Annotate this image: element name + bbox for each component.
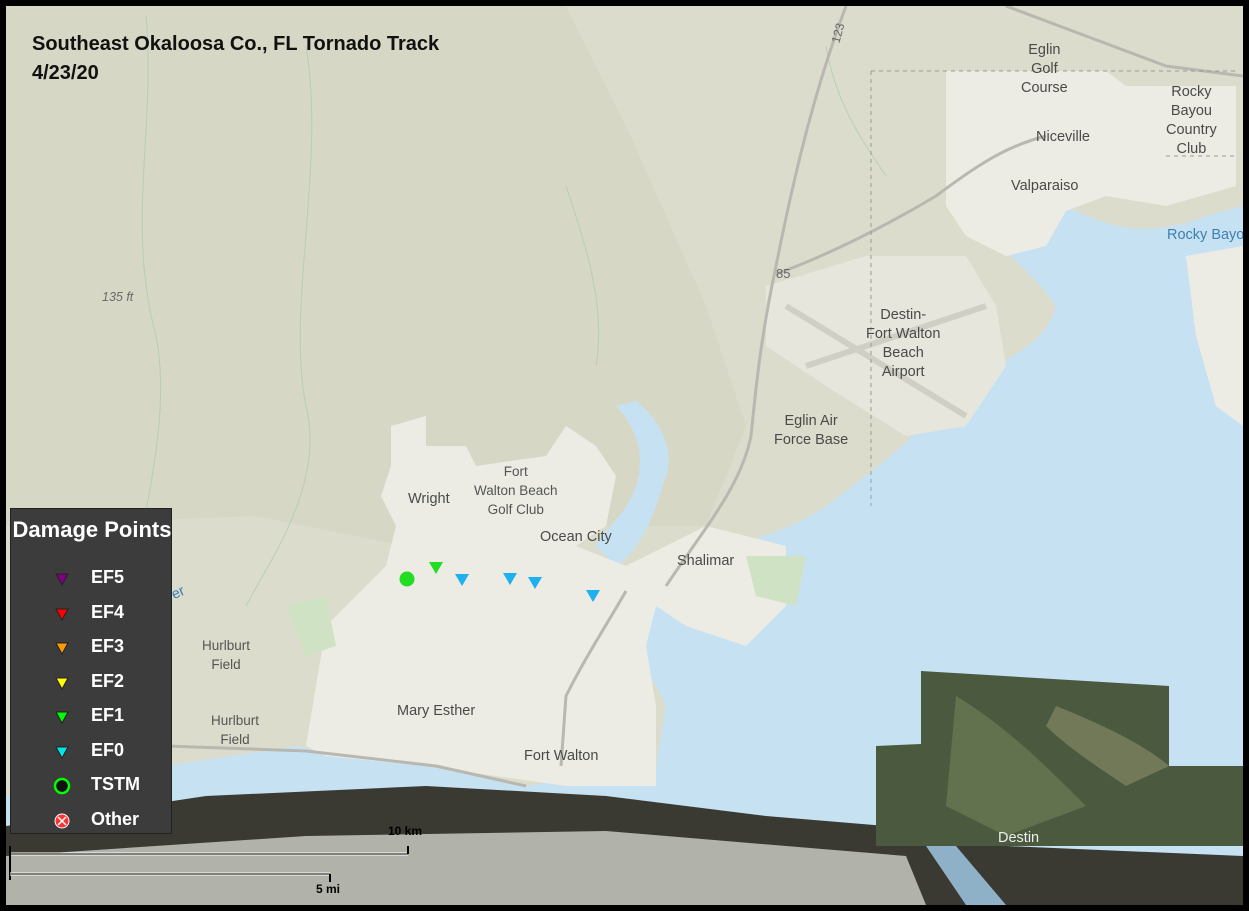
legend-panel: Damage Points EF5 EF4 EF3 EF2 EF1 EF0 TSTM Othe… — [10, 508, 172, 834]
scale-mi-label: 5 mi — [316, 882, 341, 896]
map-title-line2: 4/23/20 — [32, 62, 99, 84]
map-frame: Southeast Okaloosa Co., FL Tornado Track… — [0, 0, 1249, 911]
legend-symbol-ef3 — [55, 642, 69, 656]
label-hurlburt-field-2: Hurlburt Field — [211, 713, 260, 747]
label-rocky-bayou: Rocky Bayo — [1167, 227, 1245, 243]
label-mary-esther: Mary Esther — [397, 703, 476, 719]
legend-label: TSTM — [91, 774, 140, 794]
label-shalimar: Shalimar — [677, 553, 735, 569]
legend-symbol-ef4 — [55, 608, 69, 621]
legend-item-ef5: EF5 — [51, 565, 171, 591]
legend-symbol-ef1 — [55, 711, 69, 725]
label-eglin-golf-course: Eglin Golf Course — [1021, 42, 1068, 96]
label-wright: Wright — [408, 491, 450, 507]
legend-symbol-ef0 — [55, 746, 69, 759]
scale-bar — [9, 846, 409, 882]
legend-item-ef4: EF4 — [51, 600, 171, 626]
legend-label: EF5 — [91, 567, 125, 587]
legend-title: Damage Points — [12, 517, 172, 542]
legend-label: EF4 — [91, 601, 125, 622]
label-destin-fwb-airport: Destin- Fort Walton Beach Airport — [866, 307, 941, 380]
legend-item-tstm: TSTM — [51, 772, 171, 798]
label-elevation: 135 ft — [102, 290, 134, 304]
label-fort-walton: Fort Walton — [524, 748, 599, 764]
legend-symbol-ef5 — [55, 573, 69, 587]
label-niceville: Niceville — [1036, 129, 1090, 145]
label-fwb-golf-club: Fort Walton Beach Golf Club — [474, 464, 558, 517]
legend-item-ef2: EF2 — [51, 669, 171, 695]
highway-85-label: 85 — [776, 266, 791, 281]
label-rocky-bayou-country-club: Rocky Bayou Country Club — [1166, 84, 1217, 157]
label-eglin-afb: Eglin Air Force Base — [774, 413, 849, 448]
label-destin: Destin — [998, 830, 1040, 846]
label-hurlburt-field-1: Hurlburt Field — [202, 638, 251, 672]
legend-label: EF1 — [91, 705, 125, 725]
label-ocean-city: Ocean City — [540, 529, 612, 545]
legend-label: EF3 — [91, 636, 125, 656]
map-title: Southeast Okaloosa Co., FL Tornado Track… — [32, 30, 439, 88]
legend-item-ef0: EF0 — [51, 738, 171, 764]
legend-symbol-tstm — [53, 777, 71, 795]
label-valparaiso: Valparaiso — [1011, 178, 1079, 194]
legend-item-ef1: EF1 — [51, 703, 171, 729]
legend-label: EF2 — [91, 670, 125, 691]
legend-symbol-ef2 — [55, 677, 69, 690]
legend-item-ef3: EF3 — [51, 634, 171, 660]
map-title-line1: Southeast Okaloosa Co., FL Tornado Track — [32, 33, 440, 55]
legend-label: EF0 — [91, 739, 125, 760]
scale-km-label: 10 km — [388, 824, 423, 838]
